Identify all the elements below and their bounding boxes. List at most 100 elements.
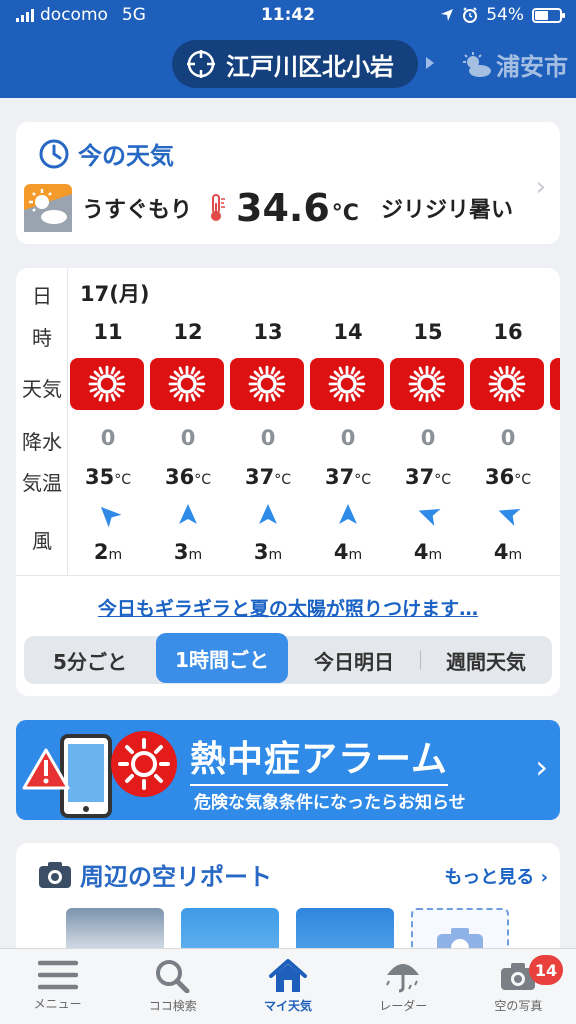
row-label-day: 日 [32, 284, 52, 308]
tab-hourly-label: 1時間ごと [175, 647, 269, 672]
next-location-arrow-icon[interactable] [426, 57, 434, 69]
phone-alert-icon [22, 731, 177, 818]
next-location-name: 浦安市 [496, 53, 568, 81]
partly-cloudy-icon [24, 184, 72, 232]
current-location-pill[interactable]: 江戸川区北小岩 [172, 40, 418, 88]
temp-value: 37 [324, 465, 355, 489]
hour-column: 11 0 35°C 2m [68, 268, 148, 576]
weather-cell [310, 358, 384, 410]
hour-column: 16 0 36°C 4m [468, 268, 548, 576]
tab-today-tomorrow[interactable]: 今日明日 [288, 636, 420, 684]
row-label-wind: 風 [32, 529, 52, 553]
hourly-forecast-card: 日 時 天気 降水 気温 風 17(月) 11 0 35°C 2m 12 0 36°C 3m 1… [16, 268, 560, 696]
wind-speed-value: 4 [413, 540, 429, 564]
temp-unit: °C [434, 472, 451, 488]
next-location-tab[interactable]: 浦安市 [462, 47, 568, 82]
wind-unit: m [428, 547, 443, 563]
wind-direction-icon [259, 504, 277, 524]
wind-speed-value: 4 [333, 540, 349, 564]
current-weather-header: 今の天気 [38, 136, 174, 171]
wind-speed-cell: 2m [68, 540, 148, 564]
nav-sky-photos-label: 空の写真 [494, 999, 543, 1013]
current-description: ジリジリ暑い [380, 198, 513, 223]
menu-icon [37, 960, 78, 990]
weather-cell [470, 358, 544, 410]
wind-speed-cell: 3m [148, 540, 228, 564]
precip-value: 0 [500, 426, 516, 450]
tab-5min[interactable]: 5分ごと [24, 636, 156, 684]
temp-unit: °C [274, 472, 291, 488]
crosshair-icon [187, 50, 215, 78]
current-weather-title: 今の天気 [78, 142, 174, 170]
temp-unit: °C [354, 472, 371, 488]
umbrella-icon [386, 964, 420, 993]
wind-speed-cell: 4m [388, 540, 468, 564]
wind-unit: m [508, 547, 523, 563]
tab-weekly[interactable]: 週間天気 [420, 636, 552, 684]
battery-icon [532, 7, 565, 23]
forecast-row-labels: 日 時 天気 降水 気温 風 [16, 268, 68, 576]
sunny-icon [488, 365, 526, 403]
chevron-right-icon: › [535, 172, 546, 202]
sunny-icon [328, 365, 366, 403]
tab-today-tomorrow-label: 今日明日 [314, 649, 394, 674]
tab-separator [420, 650, 421, 670]
weather-cell [150, 358, 224, 410]
temp-cell: 37°C [308, 465, 388, 489]
nav-sky-photos[interactable]: 空の写真 14 [461, 949, 576, 1024]
wind-unit: m [268, 547, 283, 563]
wind-direction-icon [100, 506, 122, 528]
hour-label: 15 [413, 320, 443, 344]
nav-radar[interactable]: レーダー [346, 949, 461, 1024]
see-more-label: もっと見る [444, 867, 535, 888]
nav-search[interactable]: ココ検索 [115, 949, 230, 1024]
thermometer-icon [211, 194, 226, 221]
wind-speed-value: 4 [493, 540, 509, 564]
hour-column: 13 0 37°C 3m [228, 268, 308, 576]
temp-value: 37 [404, 465, 435, 489]
row-label-temp: 気温 [22, 471, 62, 495]
hour-label: 12 [173, 320, 203, 344]
nav-menu[interactable]: メニュー [0, 949, 115, 1024]
wind-unit: m [108, 547, 123, 563]
current-temperature: 34.6 [236, 186, 330, 230]
alarm-icon [463, 7, 478, 23]
weather-cell [70, 358, 144, 410]
wind-speed-cell: 3m [228, 540, 308, 564]
sunny-icon [168, 365, 206, 403]
hour-label: 16 [493, 320, 523, 344]
temp-value: 37 [244, 465, 275, 489]
current-weather-card[interactable]: 今の天気 うすぐもり 34.6 °C ジリジリ暑い › [16, 122, 560, 244]
app-header: docomo 5G 11:42 54% 江戸川区北小岩 浦安市 [0, 0, 576, 98]
home-icon [269, 959, 307, 992]
wind-direction-icon [418, 508, 441, 526]
temp-cell: 36°C [468, 465, 548, 489]
wind-direction-icon [339, 504, 357, 524]
sun-cloud-icon [463, 51, 491, 77]
see-more-link[interactable]: もっと見る › [444, 863, 548, 889]
tab-5min-label: 5分ごと [53, 649, 127, 674]
wind-speed-value: 2 [93, 540, 109, 564]
battery-fill [535, 10, 548, 20]
nav-my-weather[interactable]: マイ天気 [230, 949, 345, 1024]
status-right: 54% [440, 5, 565, 25]
current-condition: うすぐもり [82, 198, 193, 223]
alarm-title: 熱中症アラーム [190, 730, 448, 786]
wind-direction-icon [498, 508, 521, 526]
sunny-icon [88, 365, 126, 403]
precip-value: 0 [340, 426, 356, 450]
tab-weekly-label: 週間天気 [446, 649, 526, 674]
bottom-tab-bar: メニュー ココ検索 マイ天気 レーダー 空の写真 14 [0, 948, 576, 1024]
hour-column: 12 0 36°C 3m [148, 268, 228, 576]
sky-report-header: 周辺の空リポート [38, 857, 272, 892]
heatstroke-alarm-banner[interactable]: 熱中症アラーム 危険な気象条件になったらお知らせ › [16, 720, 560, 820]
wind-unit: m [188, 547, 203, 563]
row-label-weather: 天気 [22, 377, 62, 401]
tab-hourly[interactable]: 1時間ごと [156, 633, 288, 683]
sky-report-title: 周辺の空リポート [80, 863, 272, 891]
clock-icon [39, 139, 69, 168]
forecast-comment-link[interactable]: 今日もギラギラと夏の太陽が照りつけます… [16, 594, 560, 621]
weather-cell [390, 358, 464, 410]
nav-radar-label: レーダー [379, 999, 428, 1013]
partial-weather-cell [550, 358, 560, 410]
